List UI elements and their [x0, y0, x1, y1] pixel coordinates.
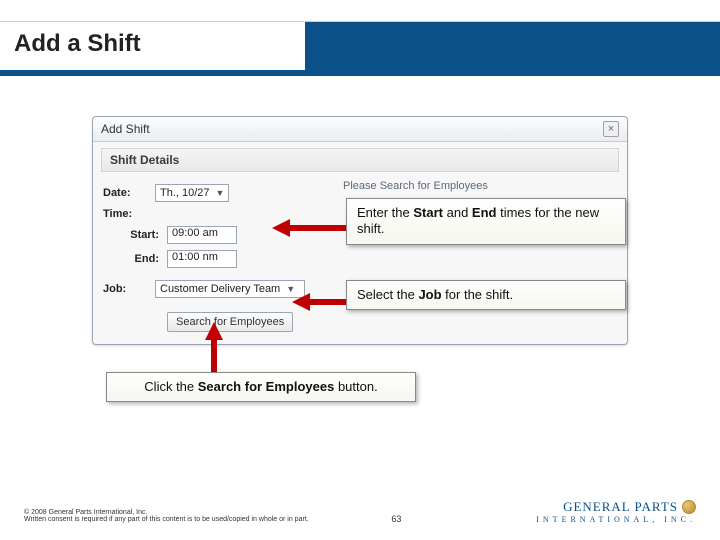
header-row: Add a Shift	[0, 22, 720, 70]
job-select[interactable]: Customer Delivery Team ▼	[155, 280, 305, 298]
header-blue-block	[305, 22, 720, 70]
end-row: End: 01:00 nm	[103, 250, 343, 268]
date-row: Date: Th., 10/27 ▼	[103, 184, 343, 202]
page-number: 63	[391, 514, 401, 524]
end-label: End:	[115, 253, 167, 265]
callout-search: Click the Search for Employees button.	[106, 372, 416, 402]
arrow-to-times	[272, 216, 346, 240]
search-prompt: Please Search for Employees	[343, 180, 488, 192]
copyright-line: © 2008 General Parts International, Inc.	[24, 509, 324, 517]
brand-logo: GENERAL PARTS INTERNATIONAL, INC.	[536, 499, 696, 524]
arrow-to-search	[202, 322, 226, 372]
chevron-down-icon: ▼	[216, 188, 225, 198]
close-icon[interactable]: ×	[603, 121, 619, 137]
time-label: Time:	[103, 208, 155, 220]
copyright-block: © 2008 General Parts International, Inc.…	[24, 509, 324, 524]
job-value: Customer Delivery Team	[160, 283, 280, 295]
globe-icon	[682, 500, 696, 514]
footer: © 2008 General Parts International, Inc.…	[0, 499, 720, 524]
date-value: Th., 10/27	[160, 187, 210, 199]
brand-line2: INTERNATIONAL, INC.	[536, 515, 696, 524]
date-select[interactable]: Th., 10/27 ▼	[155, 184, 229, 202]
panel-header: Shift Details	[101, 148, 619, 172]
dialog-title: Add Shift	[101, 122, 150, 136]
job-label: Job:	[103, 283, 155, 295]
start-time-input[interactable]: 09:00 am	[167, 226, 237, 244]
disclaimer-line: Written consent is required if any part …	[24, 516, 324, 524]
brand-line1: GENERAL PARTS	[563, 499, 678, 515]
callout-job: Select the Job for the shift.	[346, 280, 626, 310]
date-label: Date:	[103, 187, 155, 199]
end-time-input[interactable]: 01:00 nm	[167, 250, 237, 268]
arrow-to-job	[292, 290, 346, 314]
start-label: Start:	[115, 229, 167, 241]
page-title: Add a Shift	[14, 30, 141, 57]
header-left: Add a Shift	[0, 22, 305, 70]
dialog-titlebar: Add Shift ×	[93, 117, 627, 142]
callout-times: Enter the Start and End times for the ne…	[346, 198, 626, 245]
top-strip	[0, 0, 720, 22]
search-employees-button[interactable]: Search for Employees	[167, 312, 293, 332]
